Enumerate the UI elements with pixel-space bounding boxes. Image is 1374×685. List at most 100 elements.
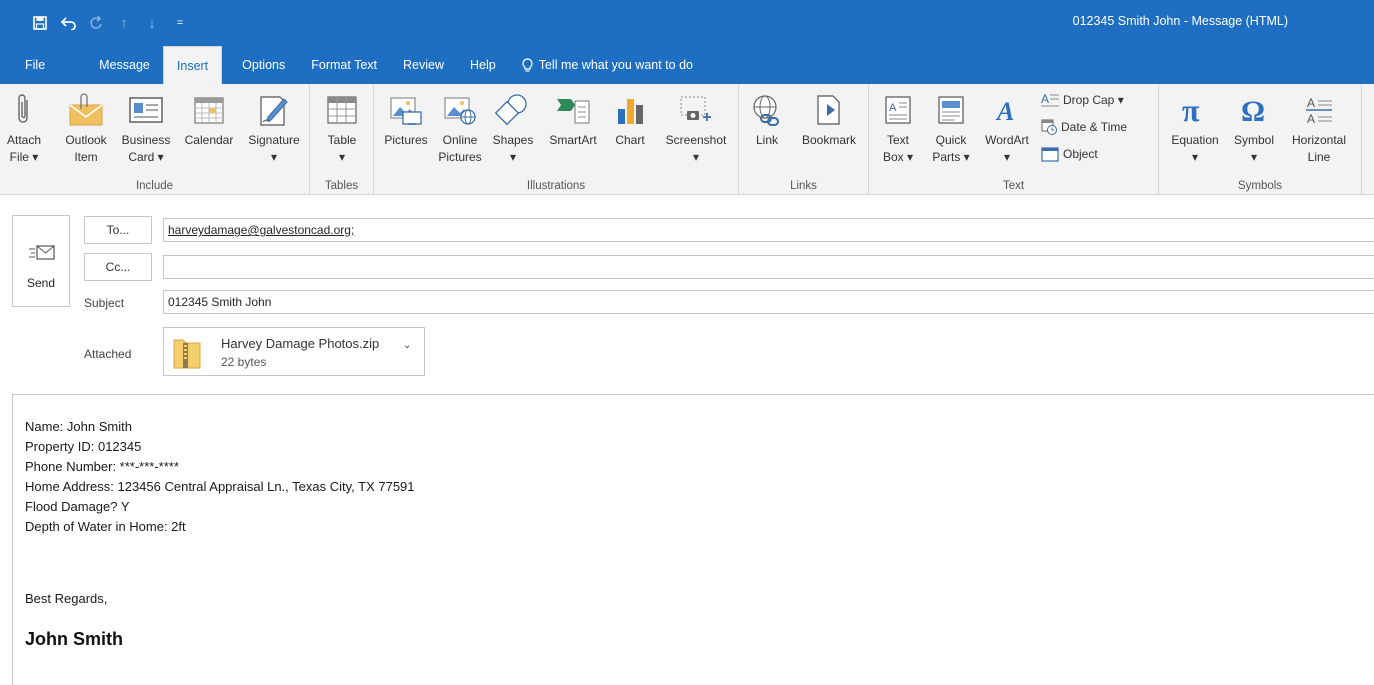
svg-text:A: A — [889, 102, 897, 114]
group-include: Attach File ▾ Outlook Item Business Card… — [0, 84, 310, 195]
link-globe-icon — [753, 95, 779, 126]
omega-icon: Ω — [1241, 95, 1265, 125]
quick-parts-icon — [938, 96, 964, 124]
attachment-item[interactable]: Harvey Damage Photos.zip 22 bytes ⌄ — [163, 327, 425, 376]
tab-message[interactable]: Message — [79, 46, 163, 84]
online-pictures-button[interactable]: Online Pictures — [436, 88, 484, 166]
tab-insert[interactable]: Insert — [162, 46, 223, 84]
ribbon-tabs: File Message Insert Options Format Text … — [0, 46, 1374, 84]
calendar-icon — [194, 97, 224, 124]
bookmark-icon — [817, 95, 840, 125]
online-pictures-icon — [444, 97, 476, 125]
chevron-down-icon[interactable]: ⌄ — [403, 340, 411, 351]
table-button[interactable]: Table ▾ — [320, 88, 364, 166]
group-text: A Text Box ▾ Quick Parts ▾ A WordArt ▾ A… — [869, 84, 1159, 195]
svg-text:Ω: Ω — [1241, 95, 1265, 125]
cc-field[interactable] — [163, 255, 1374, 279]
title-bar: ↑ ↓ = 012345 Smith John - Message (HTML) — [0, 0, 1374, 46]
group-symbols: π Equation ▾ Ω Symbol ▾ AA Horizontal Li… — [1159, 84, 1362, 195]
quick-access-toolbar: ↑ ↓ = — [0, 0, 194, 46]
date-time-button[interactable]: Date & Time — [1041, 119, 1127, 135]
body-line: Name: John Smith — [25, 419, 132, 434]
group-tables: Table ▾ Tables — [310, 84, 374, 195]
drop-cap-icon: A — [1041, 92, 1059, 107]
send-icon — [29, 245, 55, 260]
tab-file[interactable]: File — [0, 46, 79, 84]
wordart-button[interactable]: A WordArt ▾ — [979, 88, 1035, 166]
body-line: Flood Damage? Y — [25, 499, 130, 514]
link-button[interactable]: Link — [747, 88, 787, 149]
smartart-button[interactable]: SmartArt — [544, 88, 602, 149]
group-symbols-label: Symbols — [1237, 180, 1283, 192]
signature-button[interactable]: Signature ▾ — [242, 88, 306, 166]
svg-text:A: A — [1041, 92, 1049, 106]
down-arrow-icon[interactable]: ↓ — [138, 9, 166, 37]
closing-text: Best Regards, — [25, 591, 108, 606]
table-icon — [327, 96, 357, 124]
lightbulb-icon — [522, 57, 533, 72]
symbol-button[interactable]: Ω Symbol ▾ — [1227, 88, 1281, 166]
text-box-button[interactable]: A Text Box ▾ — [875, 88, 921, 166]
attachment-name: Harvey Damage Photos.zip — [221, 336, 380, 351]
pi-icon: π — [1182, 95, 1200, 125]
tab-help[interactable]: Help — [457, 46, 509, 84]
body-line: Depth of Water in Home: 2ft — [25, 519, 186, 534]
paperclip-icon — [18, 94, 28, 123]
envelope-clip-icon — [69, 93, 103, 126]
horizontal-line-button[interactable]: AA Horizontal Line — [1283, 88, 1355, 166]
pictures-icon — [390, 97, 422, 125]
screenshot-button[interactable]: Screenshot ▾ — [658, 88, 734, 166]
tell-me-text: Tell me what you want to do — [538, 58, 693, 72]
svg-text:π: π — [1182, 95, 1200, 125]
tab-review[interactable]: Review — [390, 46, 457, 84]
text-box-icon: A — [885, 96, 911, 124]
quick-parts-button[interactable]: Quick Parts ▾ — [927, 88, 975, 166]
subject-label: Subject — [84, 296, 125, 310]
zip-folder-icon — [173, 339, 201, 369]
svg-text:A: A — [995, 97, 1014, 125]
object-button[interactable]: Object — [1041, 146, 1098, 162]
screenshot-icon — [680, 96, 711, 121]
group-text-label: Text — [1002, 180, 1025, 192]
business-card-button[interactable]: Business Card ▾ — [116, 88, 176, 166]
equation-button[interactable]: π Equation ▾ — [1165, 88, 1225, 166]
body-text: Name: John Smith Property ID: 012345 Pho… — [25, 417, 415, 537]
attach-file-button[interactable]: Attach File ▾ — [6, 88, 42, 166]
tab-format-text[interactable]: Format Text — [298, 46, 390, 84]
group-include-label: Include — [135, 180, 174, 192]
group-tables-label: Tables — [324, 180, 359, 192]
shapes-icon — [495, 94, 527, 126]
ribbon-insert: Attach File ▾ Outlook Item Business Card… — [0, 84, 1374, 195]
group-illustrations-label: Illustrations — [526, 180, 586, 192]
up-arrow-icon[interactable]: ↑ — [110, 9, 138, 37]
redo-icon[interactable] — [82, 9, 110, 37]
horizontal-line-icon: AA — [1306, 96, 1332, 125]
send-button[interactable]: Send — [12, 215, 70, 307]
group-illustrations: Pictures Online Pictures Shapes ▾ SmartA… — [374, 84, 739, 195]
tab-options[interactable]: Options — [222, 46, 298, 84]
to-field[interactable]: harveydamage@galvestoncad.org; — [163, 218, 1374, 242]
pictures-button[interactable]: Pictures — [380, 88, 432, 149]
tell-me-box[interactable]: Tell me what you want to do — [509, 46, 706, 84]
calendar-button[interactable]: Calendar — [178, 88, 240, 149]
signature-icon — [260, 96, 288, 126]
shapes-button[interactable]: Shapes ▾ — [488, 88, 538, 166]
date-time-icon — [1041, 119, 1057, 135]
cc-button[interactable]: Cc... — [84, 253, 152, 281]
to-button[interactable]: To... — [84, 216, 152, 244]
business-card-icon — [129, 97, 163, 123]
svg-text:A: A — [1307, 96, 1315, 110]
chart-button[interactable]: Chart — [610, 88, 650, 149]
save-icon[interactable] — [26, 9, 54, 37]
group-links: Link Bookmark Links — [739, 84, 869, 195]
wordart-icon: A — [995, 97, 1014, 125]
outlook-item-button[interactable]: Outlook Item — [58, 88, 114, 166]
smartart-icon — [557, 99, 590, 124]
window-title: 012345 Smith John - Message (HTML) — [1072, 14, 1288, 28]
undo-icon[interactable] — [54, 9, 82, 37]
customize-icon[interactable]: = — [166, 9, 194, 37]
drop-cap-button[interactable]: A Drop Cap ▾ — [1041, 92, 1124, 108]
bookmark-button[interactable]: Bookmark — [793, 88, 865, 149]
message-body[interactable]: Name: John Smith Property ID: 012345 Pho… — [12, 394, 1374, 685]
subject-field[interactable]: 012345 Smith John — [163, 290, 1374, 314]
